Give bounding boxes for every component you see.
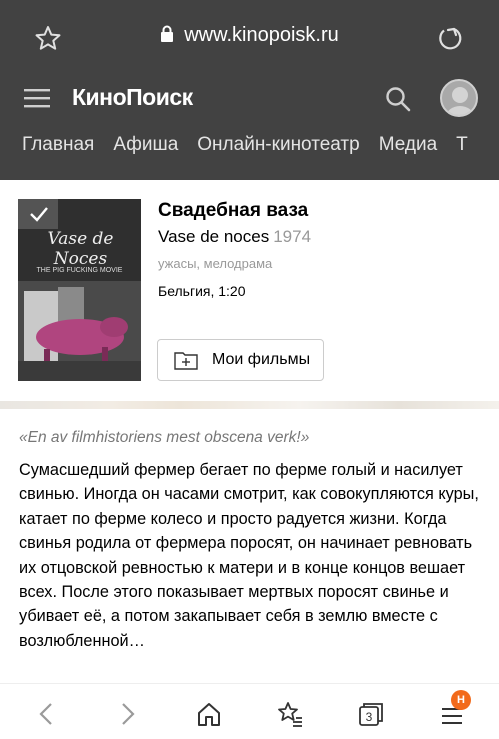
lock-icon [161, 25, 174, 42]
site-header: КиноПоиск Главная Афиша Онлайн-кинотеатр Ме… [0, 75, 499, 180]
watched-check-icon[interactable] [18, 199, 58, 229]
bookmarks-button[interactable] [276, 700, 304, 728]
original-title-text: Vase de noces [158, 227, 270, 246]
film-card: Vase de Noces THE PIG FUCKING MOVIE Свад… [0, 180, 499, 401]
nav-item-media[interactable]: Медиа [379, 134, 437, 156]
tabs-button[interactable]: 3 [357, 700, 385, 728]
menu-icon[interactable] [24, 88, 50, 108]
film-country-duration: Бельгия, 1:20 [158, 283, 246, 299]
folder-add-icon [174, 352, 198, 370]
film-genres: ужасы, мелодрама [158, 256, 273, 271]
site-logo[interactable]: КиноПоиск [72, 84, 193, 111]
url-field[interactable]: www.kinopoisk.ru [0, 24, 499, 47]
notification-badge: Н [451, 690, 471, 710]
home-icon [198, 703, 220, 726]
user-avatar[interactable] [440, 79, 478, 117]
back-button[interactable] [33, 700, 61, 728]
forward-button[interactable] [113, 700, 141, 728]
tabs-icon: 3 [359, 703, 383, 726]
film-year: 1974 [273, 227, 312, 246]
browser-address-bar: www.kinopoisk.ru [0, 0, 499, 75]
film-review: «En av filmhistoriens mest obscena verk!… [0, 409, 499, 683]
nav-item-more[interactable]: Т [456, 134, 468, 156]
user-silhouette-icon [446, 87, 474, 115]
review-quote: «En av filmhistoriens mest obscena verk!… [19, 429, 310, 446]
url-text: www.kinopoisk.ru [184, 24, 339, 46]
main-nav: Главная Афиша Онлайн-кинотеатр Медиа Т [22, 134, 487, 156]
tabs-count: 3 [366, 710, 373, 724]
nav-item-online-cinema[interactable]: Онлайн-кинотеатр [197, 134, 359, 156]
review-text: Сумасшедший фермер бегает по ферме голый… [19, 461, 479, 650]
poster-title: Vase de Noces [47, 229, 114, 269]
film-original-title: Vase de noces 1974 [158, 227, 311, 247]
banner-strip [0, 401, 499, 409]
poster-tagline: THE PIG FUCKING MOVIE [36, 267, 123, 274]
nav-item-afisha[interactable]: Афиша [113, 134, 178, 156]
star-list-icon [278, 702, 302, 727]
search-icon[interactable] [384, 85, 412, 113]
reload-icon[interactable] [436, 24, 464, 52]
chevron-right-icon [122, 703, 135, 725]
nav-item-main[interactable]: Главная [22, 134, 94, 156]
browser-toolbar: 3 Н [0, 683, 499, 739]
film-title[interactable]: Свадебная ваза [158, 200, 308, 222]
my-films-label: Мои фильмы [212, 351, 311, 368]
my-films-button[interactable]: Мои фильмы [157, 339, 324, 381]
chevron-left-icon [39, 703, 52, 725]
film-poster[interactable]: Vase de Noces THE PIG FUCKING MOVIE [18, 199, 141, 381]
home-button[interactable] [195, 700, 223, 728]
